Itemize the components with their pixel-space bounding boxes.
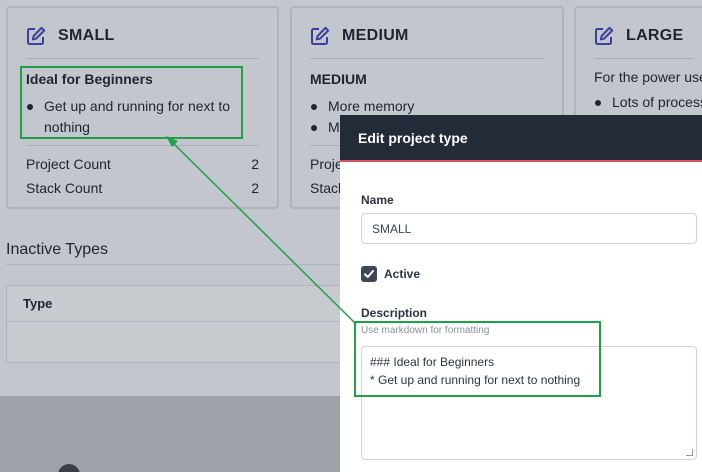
name-label: Name <box>361 193 394 207</box>
active-label[interactable]: Active <box>384 267 420 281</box>
edit-square-icon[interactable] <box>594 26 614 46</box>
divider <box>310 58 544 59</box>
inactive-types-heading: Inactive Types <box>6 241 108 258</box>
modal-header: Edit project type <box>340 115 702 162</box>
annotation-highlight-rendered <box>20 66 243 139</box>
active-checkbox[interactable] <box>361 266 377 282</box>
name-input[interactable]: SMALL <box>361 213 697 244</box>
stat-label: Stack Count <box>26 180 103 196</box>
stat-label: Proje <box>310 156 343 172</box>
resize-handle[interactable] <box>686 449 693 456</box>
stat-stack-count: Stack Count 2 <box>26 180 259 196</box>
card-header: LARGE <box>594 24 684 48</box>
modal-title: Edit project type <box>358 130 468 146</box>
edit-project-type-modal: Edit project type Name SMALL Active Desc… <box>340 115 702 472</box>
divider <box>26 58 259 59</box>
list-item: Lots of process <box>595 92 702 113</box>
card-description-list: Lots of process <box>595 92 702 113</box>
card-description-heading: MEDIUM <box>310 71 367 87</box>
card-header: SMALL <box>26 24 115 48</box>
edit-square-icon[interactable] <box>26 26 46 46</box>
card-title: LARGE <box>626 27 684 44</box>
check-icon <box>364 270 374 278</box>
annotation-highlight-source <box>354 321 601 397</box>
table-header-type[interactable]: Type <box>7 286 345 322</box>
divider <box>6 264 346 265</box>
stat-value: 2 <box>251 180 259 196</box>
divider <box>594 58 694 59</box>
card-title: SMALL <box>58 27 115 44</box>
stat-value: 2 <box>251 156 259 172</box>
edit-square-icon[interactable] <box>310 26 330 46</box>
stat-project-count: Project Count 2 <box>26 156 259 172</box>
card-title: MEDIUM <box>342 27 409 44</box>
inactive-types-table: Type <box>6 285 346 363</box>
divider <box>26 145 259 146</box>
list-item: More memory <box>310 96 414 117</box>
stat-label: Project Count <box>26 156 111 172</box>
card-header: MEDIUM <box>310 24 409 48</box>
card-description-text: For the power use <box>594 69 702 85</box>
description-label: Description <box>361 306 428 320</box>
